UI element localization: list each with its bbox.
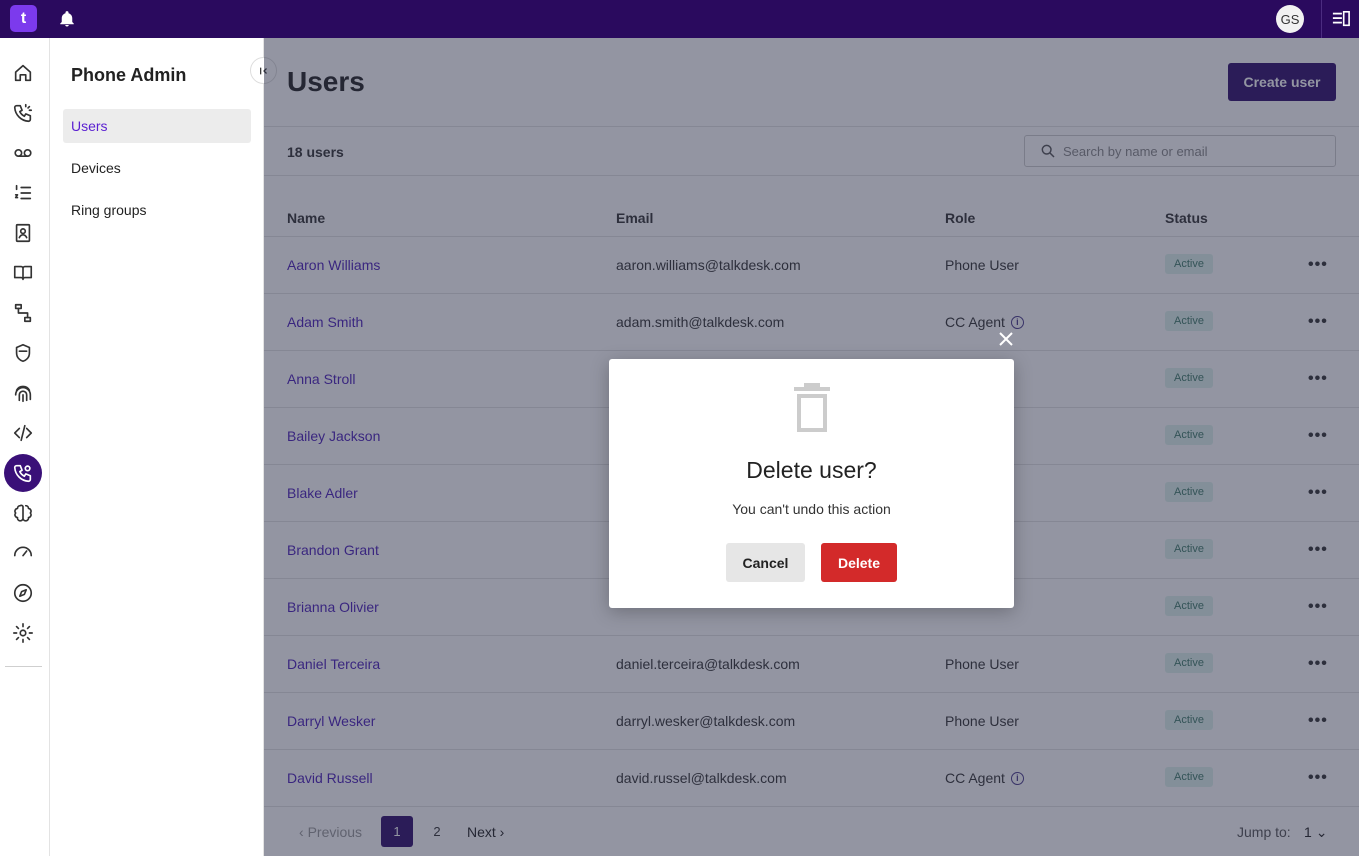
phone-activity-icon[interactable] [4, 94, 42, 132]
ai-brain-icon[interactable] [4, 494, 42, 532]
settings-icon[interactable] [4, 614, 42, 652]
phone-admin-icon[interactable] [4, 454, 42, 492]
home-icon[interactable] [4, 54, 42, 92]
app-rail [0, 38, 50, 856]
delete-button[interactable]: Delete [821, 543, 897, 582]
dialog-message: You can't undo this action [732, 501, 891, 517]
workflow-icon[interactable] [4, 294, 42, 332]
delete-user-dialog: Delete user? You can't undo this action … [609, 359, 1014, 608]
avatar[interactable]: GS [1276, 5, 1304, 33]
code-icon[interactable] [4, 414, 42, 452]
talkdesk-logo[interactable]: t [10, 5, 37, 32]
fingerprint-icon[interactable] [4, 374, 42, 412]
trash-icon [791, 383, 833, 433]
knowledge-book-icon[interactable] [4, 254, 42, 292]
sidebar-item-users[interactable]: Users [63, 109, 251, 143]
voicemail-icon[interactable] [4, 134, 42, 172]
cancel-button[interactable]: Cancel [726, 543, 805, 582]
panel-toggle-icon[interactable] [1321, 0, 1359, 38]
close-icon[interactable] [995, 328, 1017, 350]
list-icon[interactable] [4, 174, 42, 212]
contacts-icon[interactable] [4, 214, 42, 252]
sidebar-title: Phone Admin [71, 65, 187, 85]
bell-icon[interactable] [58, 10, 76, 28]
shield-icon[interactable] [4, 334, 42, 372]
rail-divider [5, 666, 42, 667]
compass-icon[interactable] [4, 574, 42, 612]
top-bar: t GS [0, 0, 1359, 38]
dialog-title: Delete user? [746, 457, 877, 483]
sidebar-item-ring-groups[interactable]: Ring groups [63, 193, 251, 227]
sidebar-item-devices[interactable]: Devices [63, 151, 251, 185]
speed-gauge-icon[interactable] [4, 532, 42, 570]
secondary-sidebar: Phone Admin Users Devices Ring groups [50, 38, 277, 856]
